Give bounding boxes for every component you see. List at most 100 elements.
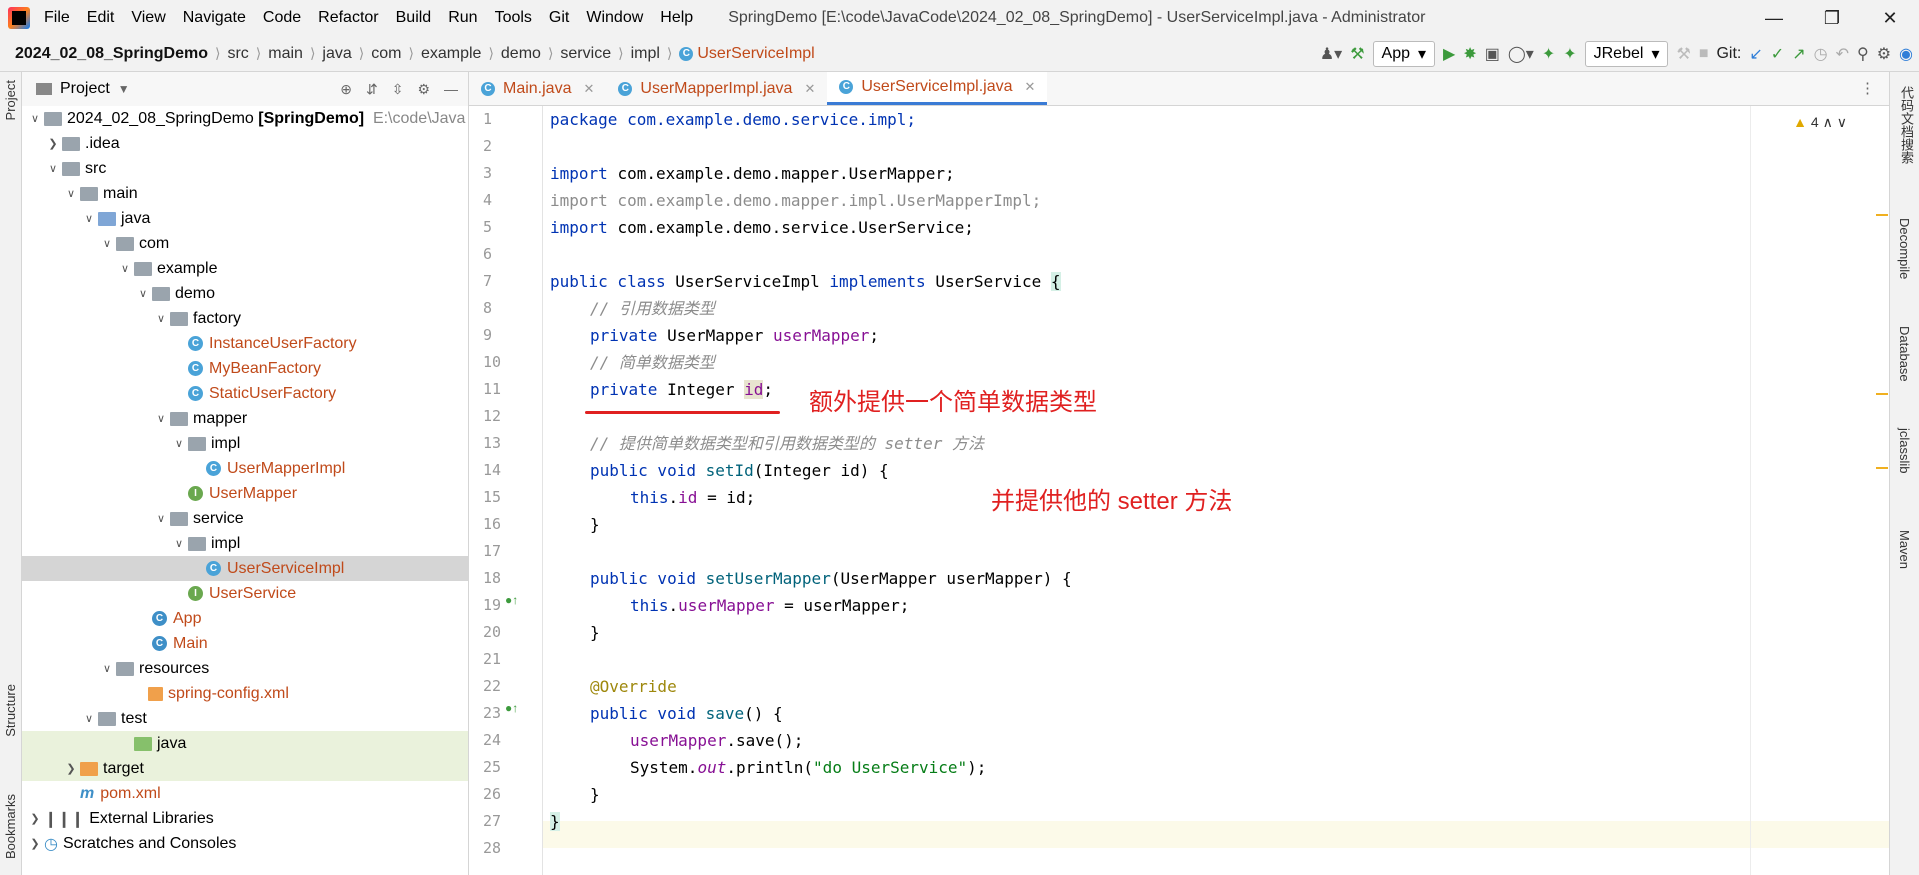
profile-icon[interactable]: ◯▾ [1508, 44, 1534, 64]
menu-edit[interactable]: Edit [87, 9, 115, 27]
tree-item[interactable]: ❯ ❙❙❙ External Libraries [22, 806, 468, 831]
tab-main-java[interactable]: C Main.java ✕ [469, 72, 606, 105]
gear-icon[interactable]: ⚙ [417, 81, 430, 98]
build-hammer-icon[interactable]: ⚒ [1350, 44, 1364, 64]
breadcrumb-demo[interactable]: demo [501, 45, 541, 63]
tree-item[interactable]: C MyBeanFactory [22, 356, 468, 381]
tree-item[interactable]: C UserMapperImpl [22, 456, 468, 481]
close-icon[interactable]: ✕ [804, 81, 815, 97]
tree-item[interactable]: ∨ java [22, 206, 468, 231]
menu-view[interactable]: View [131, 9, 165, 27]
tree-item[interactable]: ∨ demo [22, 281, 468, 306]
jclasslib-tool-button[interactable]: jclasslib [1897, 428, 1912, 474]
breadcrumb-service[interactable]: service [560, 45, 611, 63]
jrebel-debug-icon[interactable]: ✦ [1563, 44, 1576, 64]
tree-item[interactable]: ∨ mapper [22, 406, 468, 431]
tree-item[interactable]: I UserService [22, 581, 468, 606]
intellij-logo-icon[interactable] [8, 7, 30, 29]
breadcrumb-main[interactable]: main [268, 45, 303, 63]
database-tool-button[interactable]: Database [1897, 326, 1912, 382]
debug-icon[interactable]: ✸ [1463, 44, 1476, 64]
locate-icon[interactable]: ⊕ [340, 81, 352, 98]
chevron-down-icon[interactable]: ▼ [118, 82, 130, 96]
close-icon[interactable]: ✕ [1861, 0, 1919, 36]
menu-window[interactable]: Window [586, 9, 643, 27]
tree-item[interactable]: ∨ impl [22, 431, 468, 456]
project-panel-title[interactable]: Project [60, 80, 110, 98]
close-icon[interactable]: ✕ [583, 81, 594, 97]
git-commit-icon[interactable]: ✓ [1771, 44, 1784, 64]
tree-item[interactable]: ❯ target [22, 756, 468, 781]
tree-item[interactable]: I UserMapper [22, 481, 468, 506]
breadcrumb-example[interactable]: example [421, 45, 481, 63]
breadcrumb-src[interactable]: src [227, 45, 248, 63]
tree-item[interactable]: C App [22, 606, 468, 631]
tree-item[interactable]: C InstanceUserFactory [22, 331, 468, 356]
tree-item[interactable]: ∨ main [22, 181, 468, 206]
hide-icon[interactable]: — [444, 81, 458, 98]
menu-run[interactable]: Run [448, 9, 477, 27]
tree-item[interactable]: ❯ .idea [22, 131, 468, 156]
tree-item[interactable]: ∨ impl [22, 531, 468, 556]
jrebel-select[interactable]: JRebel ▾ [1584, 41, 1669, 67]
run-icon[interactable]: ▶ [1443, 44, 1455, 64]
tree-item[interactable]: ∨ resources [22, 656, 468, 681]
override-gutter-icon[interactable]: ●↑ [505, 593, 518, 607]
menu-file[interactable]: File [44, 9, 70, 27]
project-tool-button[interactable]: Project [3, 80, 18, 120]
tree-item-selected[interactable]: C UserServiceImpl [22, 556, 468, 581]
decompile-tool-button[interactable]: Decompile [1897, 218, 1912, 279]
minimize-icon[interactable]: — [1745, 0, 1803, 36]
menu-code[interactable]: Code [263, 9, 301, 27]
scrollbar-marker[interactable] [1876, 467, 1888, 469]
restore-icon[interactable]: ❐ [1803, 0, 1861, 36]
run-configuration-select[interactable]: App ▾ [1372, 41, 1436, 67]
search-icon[interactable]: ⚲ [1857, 44, 1869, 64]
plugin-icon[interactable]: ◉ [1899, 44, 1913, 64]
stop-icon[interactable]: ■ [1699, 45, 1709, 63]
git-push-icon[interactable]: ↗ [1792, 44, 1805, 64]
hammer-disabled-icon[interactable]: ⚒ [1676, 44, 1690, 64]
breadcrumb-project[interactable]: 2024_02_08_SpringDemo [15, 45, 208, 63]
doc-search-tool-button[interactable]: 代码文档搜索 [1897, 86, 1916, 164]
bookmarks-tool-button[interactable]: Bookmarks [3, 794, 18, 859]
coverage-icon[interactable]: ▣ [1485, 44, 1500, 64]
maven-tool-button[interactable]: Maven [1897, 530, 1912, 569]
tree-item[interactable]: ∨ src [22, 156, 468, 181]
code-editor[interactable]: 1 2 3 4 5 6 7 8 9 10 11 12 13 14 15 16 1… [469, 106, 1889, 875]
tree-item[interactable]: m pom.xml [22, 781, 468, 806]
menu-navigate[interactable]: Navigate [183, 9, 246, 27]
expand-all-icon[interactable]: ⇵ [366, 81, 378, 98]
tree-item[interactable]: C StaticUserFactory [22, 381, 468, 406]
collapse-all-icon[interactable]: ⇳ [392, 81, 404, 98]
gear-icon[interactable]: ⚙ [1877, 44, 1891, 64]
tree-item[interactable]: ∨ service [22, 506, 468, 531]
close-icon[interactable]: ✕ [1025, 79, 1036, 95]
breadcrumb-java[interactable]: java [322, 45, 351, 63]
git-history-icon[interactable]: ◷ [1814, 44, 1828, 64]
git-rollback-icon[interactable]: ↶ [1836, 44, 1849, 64]
menu-refactor[interactable]: Refactor [318, 9, 378, 27]
tree-item[interactable]: ❯ ◷ Scratches and Consoles [22, 831, 468, 856]
breadcrumb-impl[interactable]: impl [631, 45, 660, 63]
tree-item[interactable]: ∨ factory [22, 306, 468, 331]
tree-item[interactable]: spring-config.xml [22, 681, 468, 706]
structure-tool-button[interactable]: Structure [3, 684, 18, 737]
tree-item[interactable]: ∨ com [22, 231, 468, 256]
jrebel-run-icon[interactable]: ✦ [1542, 44, 1555, 64]
tree-item[interactable]: C Main [22, 631, 468, 656]
breadcrumb-com[interactable]: com [371, 45, 401, 63]
tree-item[interactable]: ∨ 2024_02_08_SpringDemo [SpringDemo] E:\c… [22, 106, 468, 131]
menu-tools[interactable]: Tools [495, 9, 532, 27]
scrollbar-marker[interactable] [1876, 393, 1888, 395]
git-update-icon[interactable]: ↙ [1749, 44, 1762, 64]
tree-item[interactable]: ∨ example [22, 256, 468, 281]
menu-build[interactable]: Build [396, 9, 432, 27]
override-gutter-icon[interactable]: ●↑ [505, 701, 518, 715]
tab-usermapperimpl-java[interactable]: C UserMapperImpl.java ✕ [606, 72, 827, 105]
tab-userserviceimpl-java[interactable]: C UserServiceImpl.java ✕ [827, 72, 1048, 105]
menu-help[interactable]: Help [660, 9, 693, 27]
scrollbar-marker[interactable] [1876, 214, 1888, 216]
tree-item[interactable]: ∨ test [22, 706, 468, 731]
inspection-widget[interactable]: ▲ 4 ∧ ∨ [1793, 114, 1847, 131]
